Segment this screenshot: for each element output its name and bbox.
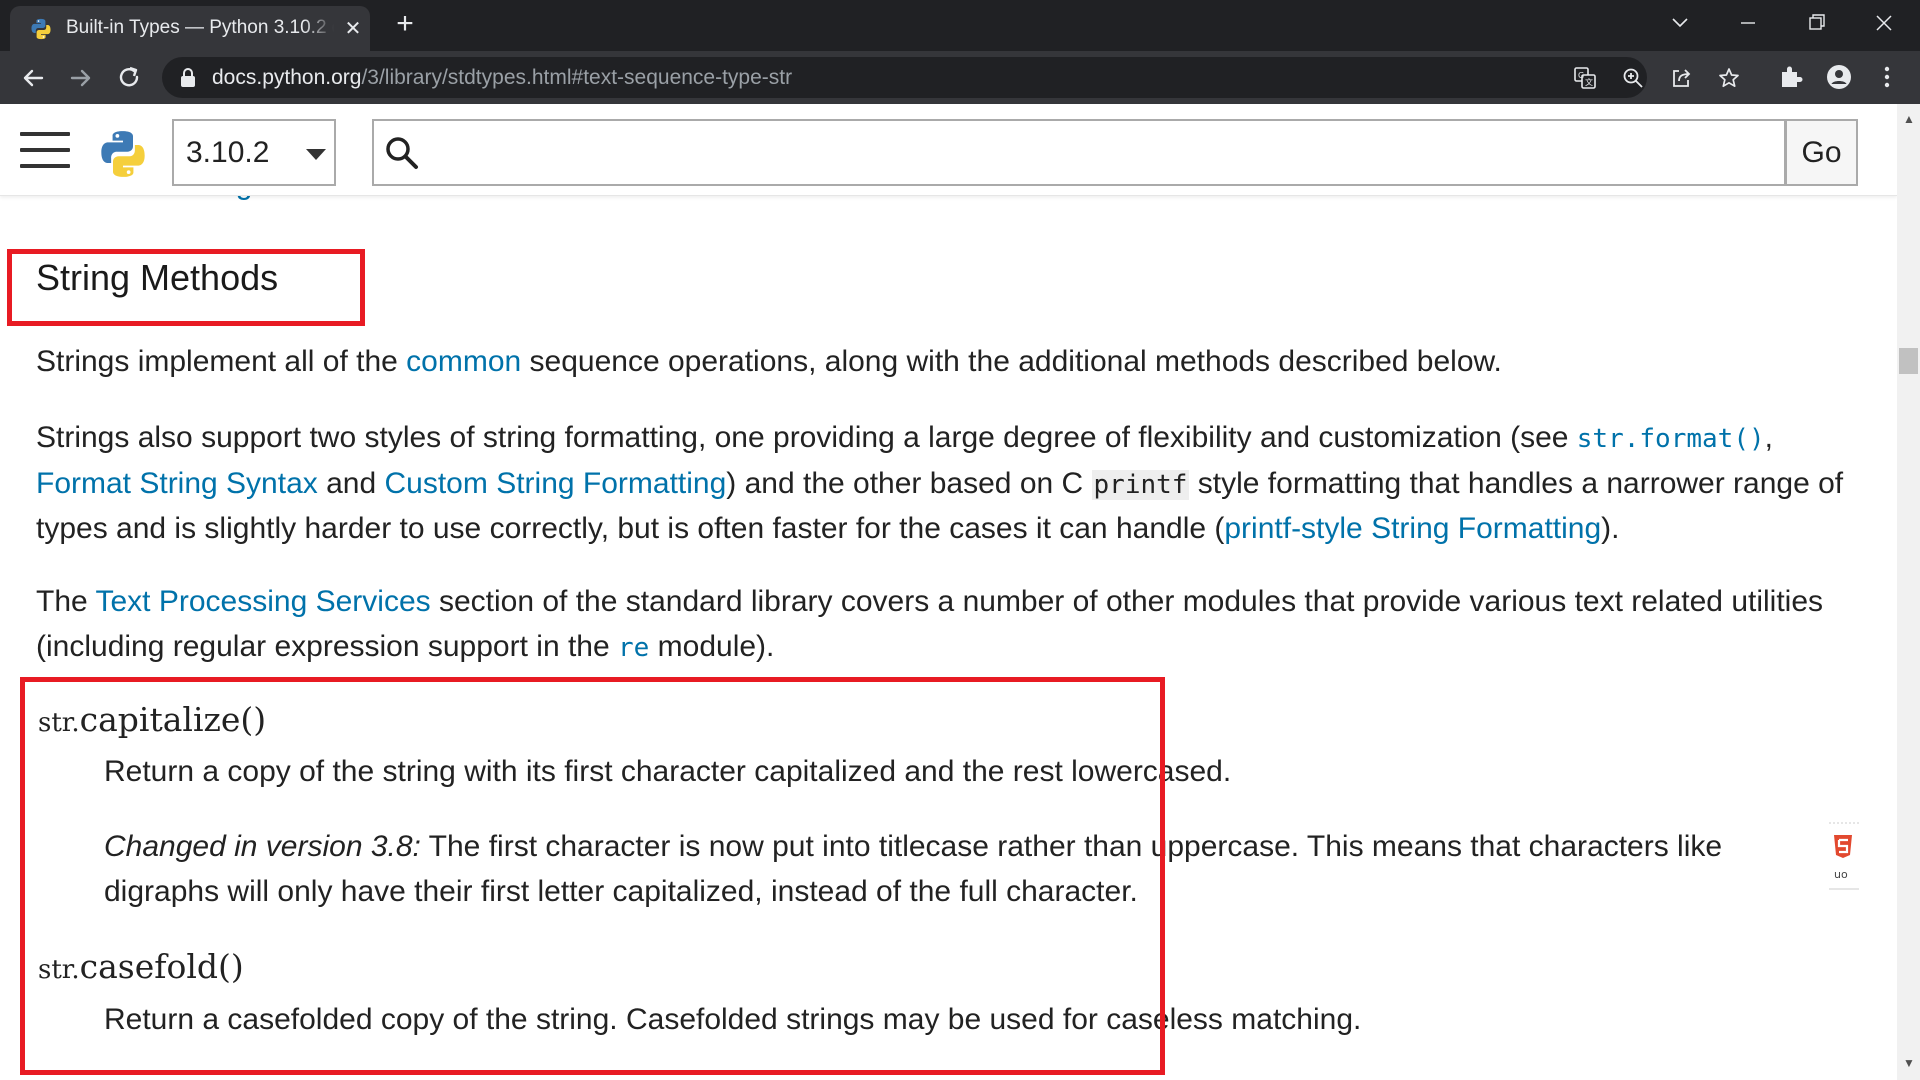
docs-header: 3.10.2 Go <box>0 104 1897 196</box>
dropdown-arrow-icon <box>306 149 326 160</box>
extensions-icon[interactable] <box>1778 64 1804 90</box>
link-text-processing-services[interactable]: Text Processing Services <box>96 585 431 618</box>
page-scrollbar[interactable]: ▲ ▼ <box>1897 104 1920 1080</box>
window-close-icon[interactable] <box>1866 8 1902 38</box>
go-button[interactable]: Go <box>1785 119 1858 186</box>
share-icon[interactable] <box>1670 67 1692 89</box>
link-custom-string-formatting[interactable]: Custom String Formatting <box>385 467 727 500</box>
browser-tab-strip: Built-in Types — Python 3.10.2 documenta… <box>0 0 1920 51</box>
new-tab-button[interactable]: + <box>390 9 420 40</box>
p2-text-6: ). <box>1601 512 1620 545</box>
reload-icon[interactable] <box>114 63 144 93</box>
url-path: /3/library/stdtypes.html#text-sequence-t… <box>361 66 793 89</box>
restore-icon[interactable] <box>1798 8 1834 38</box>
version-select[interactable]: 3.10.2 <box>172 119 336 186</box>
link-printf-style-formatting[interactable]: printf-style String Formatting <box>1224 512 1601 545</box>
kebab-menu-icon[interactable] <box>1874 64 1900 90</box>
link-format-string-syntax[interactable]: Format String Syntax <box>36 467 318 500</box>
search-box[interactable] <box>372 119 1786 186</box>
hamburger-icon[interactable] <box>20 132 70 172</box>
star-icon[interactable] <box>1718 67 1740 89</box>
highlight-box-methods <box>20 677 1165 1075</box>
zoom-icon[interactable] <box>1622 67 1644 89</box>
p2-text-3: and <box>317 466 385 500</box>
tab-title: Built-in Types — Python 3.10.2 documenta… <box>66 6 334 51</box>
p2-text-4: ) and the other based on C <box>726 466 1092 500</box>
code-str-format: str.format() <box>1576 424 1765 454</box>
browser-toolbar: docs.python.org/3/library/stdtypes.html#… <box>0 51 1920 104</box>
url-text[interactable]: docs.python.org/3/library/stdtypes.html#… <box>212 57 792 98</box>
code-printf: printf <box>1091 469 1190 500</box>
svg-text:G: G <box>1578 71 1584 80</box>
browser-tab[interactable]: Built-in Types — Python 3.10.2 documenta… <box>10 6 370 51</box>
page-viewport: Processing Services section. String Meth… <box>0 104 1897 1080</box>
svg-text:uo: uo <box>1834 868 1848 881</box>
scroll-up-arrow[interactable]: ▲ <box>1903 112 1915 126</box>
paragraph-text-processing: The Text Processing Services section of … <box>36 580 1856 670</box>
link-str-format[interactable]: str.format() <box>1577 421 1765 454</box>
scroll-down-arrow[interactable]: ▼ <box>1903 1056 1915 1070</box>
svg-text:文: 文 <box>1585 77 1593 87</box>
paragraph-intro: Strings implement all of the common sequ… <box>36 340 1856 385</box>
p2-text-1: Strings also support two styles of strin… <box>36 421 1577 454</box>
p1-text-2: sequence operations, along with the addi… <box>521 345 1502 378</box>
back-icon[interactable] <box>18 63 48 93</box>
code-re: re <box>618 632 650 663</box>
floating-extension-badge[interactable]: uo <box>1826 821 1862 893</box>
search-input[interactable] <box>430 125 1770 180</box>
link-common[interactable]: common <box>406 345 521 378</box>
minimize-icon[interactable] <box>1730 8 1766 38</box>
p3-text-3: module). <box>649 629 775 663</box>
lock-icon[interactable] <box>180 68 196 88</box>
translate-icon[interactable]: G 文 <box>1574 67 1596 89</box>
paragraph-formatting: Strings also support two styles of strin… <box>36 416 1856 552</box>
p3-text-1: The <box>36 585 96 618</box>
link-re-module[interactable]: re <box>618 630 649 663</box>
close-icon[interactable]: ✕ <box>342 18 364 40</box>
highlight-box-title <box>7 249 365 326</box>
p2-text-2: , <box>1764 421 1773 454</box>
profile-icon[interactable] <box>1826 64 1852 90</box>
scrollbar-thumb[interactable] <box>1899 348 1918 374</box>
address-bar[interactable]: docs.python.org/3/library/stdtypes.html#… <box>162 57 1739 98</box>
search-icon <box>386 137 418 169</box>
chevron-down-icon[interactable] <box>1662 8 1698 38</box>
url-host: docs.python.org <box>212 66 362 89</box>
version-value: 3.10.2 <box>186 136 270 169</box>
p1-text-1: Strings implement all of the <box>36 345 407 378</box>
python-logo[interactable] <box>98 129 148 179</box>
python-favicon <box>31 18 51 40</box>
forward-icon[interactable] <box>66 63 96 93</box>
